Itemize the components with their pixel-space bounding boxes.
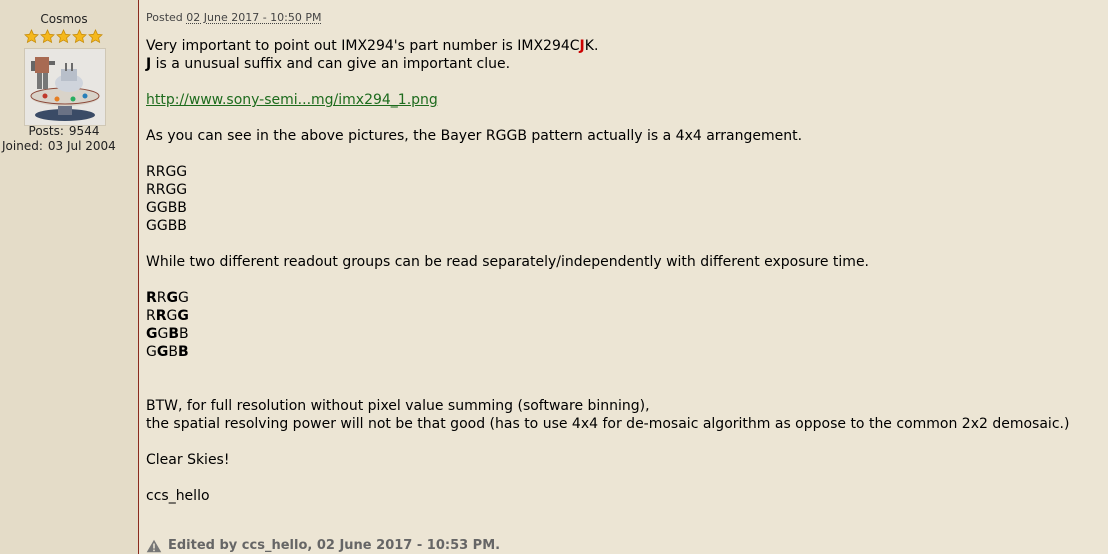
star-icon <box>40 29 55 44</box>
bold-grid-letter: R <box>155 308 167 324</box>
star-icon <box>56 29 71 44</box>
grid-letter: R <box>146 308 156 324</box>
text-segment: Very important to point out IMX294's par… <box>146 38 580 54</box>
joined-label: Joined: <box>2 139 43 153</box>
bold-grid-row: RRGG <box>146 289 189 307</box>
bold-grid-letter: G <box>146 326 158 342</box>
robot-figurine-avatar <box>25 49 105 125</box>
posts-count: Posts: 9544 <box>0 124 128 138</box>
post-signoff: Clear Skies! <box>146 452 230 468</box>
text-segment: is a unusual suffix and can give an impo… <box>151 56 511 72</box>
bold-grid-letter: G <box>177 308 189 324</box>
post-link-line: http://www.sony-semi...mg/imx294_1.png <box>146 91 438 109</box>
image-link[interactable]: http://www.sony-semi...mg/imx294_1.png <box>146 92 438 108</box>
grid-letter: G <box>146 344 157 360</box>
star-icon <box>72 29 87 44</box>
bold-grid-letter: G <box>166 290 179 306</box>
posted-date[interactable]: 02 June 2017 - 10:50 PM <box>186 11 321 24</box>
post-timestamp: Posted 02 June 2017 - 10:50 PM <box>146 11 322 24</box>
author-name[interactable]: Cosmos <box>0 12 128 26</box>
bold-grid-letter: R <box>146 290 157 306</box>
posts-value: 9544 <box>68 124 100 138</box>
grid-letter: B <box>179 326 189 342</box>
warning-icon <box>146 539 162 552</box>
star-icon <box>88 29 103 44</box>
grid-row: GGBB <box>146 200 187 216</box>
post-paragraph-readout: While two different readout groups can b… <box>146 254 870 270</box>
post-line-resolving: the spatial resolving power will not be … <box>146 416 1070 432</box>
grid-letter: G <box>178 290 189 306</box>
bold-grid-row: GGBB <box>146 325 189 343</box>
text-segment: K. <box>584 38 599 54</box>
post-line-btw: BTW, for full resolution without pixel v… <box>146 398 650 414</box>
posted-label: Posted <box>146 11 183 24</box>
bold-grid-row: RRGG <box>146 307 189 325</box>
edit-notice: Edited by ccs_hello, 02 June 2017 - 10:5… <box>146 538 500 553</box>
post-signature: ccs_hello <box>146 488 210 504</box>
post-line-part-number: Very important to point out IMX294's par… <box>146 37 598 55</box>
grid-letter: B <box>168 344 178 360</box>
post-paragraph-bayer: As you can see in the above pictures, th… <box>146 128 803 144</box>
author-sidebar: Cosmos Posts: 9544 Joined: 03 Jul 2004 <box>0 0 139 554</box>
grid-letter: G <box>157 326 169 342</box>
grid-row: RRGG <box>146 182 188 198</box>
bold-grid-letter: G <box>156 344 169 360</box>
posts-label: Posts: <box>28 124 64 138</box>
rating-stars <box>24 29 103 45</box>
grid-letter: R <box>156 290 167 306</box>
post-line-suffix-clue: J is a unusual suffix and can give an im… <box>146 55 510 73</box>
bold-grid-row: GGBB <box>146 343 189 361</box>
edit-notice-text: Edited by ccs_hello, 02 June 2017 - 10:5… <box>168 538 501 553</box>
star-icon <box>24 29 39 44</box>
author-avatar[interactable] <box>24 48 106 126</box>
grid-row: GGBB <box>146 218 187 234</box>
grid-letter: G <box>166 308 178 324</box>
bold-grid-letter: B <box>168 326 180 342</box>
joined-date: Joined: 03 Jul 2004 <box>2 139 116 153</box>
grid-row: RRGG <box>146 164 188 180</box>
joined-value: 03 Jul 2004 <box>47 139 116 153</box>
bold-grid-letter: B <box>177 344 189 360</box>
